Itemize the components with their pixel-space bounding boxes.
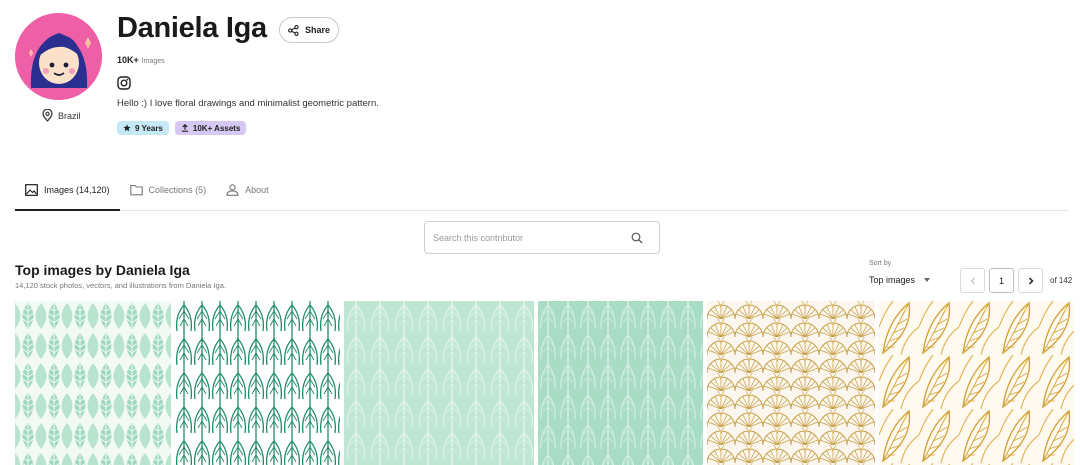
- gold-leaf-pattern-image: [879, 301, 1074, 465]
- page-total: of 142: [1050, 276, 1073, 285]
- image-thumbnail[interactable]: [344, 301, 534, 465]
- image-icon: [25, 183, 38, 196]
- search-input[interactable]: [433, 232, 631, 243]
- user-icon: [226, 184, 239, 196]
- bio-text: Hello :) I love floral drawings and mini…: [117, 98, 379, 109]
- tab-about-label: About: [245, 185, 269, 195]
- image-count-value: 10K+: [117, 55, 139, 65]
- folder-icon: [129, 184, 143, 196]
- search-icon[interactable]: [631, 232, 643, 244]
- sort-selected: Top images: [869, 275, 916, 285]
- mint-stripe-pattern-image: [344, 301, 534, 465]
- image-thumbnail[interactable]: [175, 301, 340, 465]
- image-count-label: Images: [141, 58, 165, 65]
- mint-leaf-pattern-image: [15, 301, 171, 465]
- badges: 9 Years 10K+ Assets: [117, 121, 247, 135]
- location: Brazil: [42, 109, 81, 122]
- teal-leaf-pattern-image: [175, 301, 340, 465]
- image-grid: [15, 301, 1080, 465]
- contributor-search: [424, 221, 660, 254]
- share-label: Share: [304, 25, 330, 35]
- star-icon: [123, 124, 131, 132]
- tab-collections-label: Collections (5): [148, 185, 207, 195]
- section-title: Top images by Daniela Iga: [15, 262, 190, 278]
- location-pin-icon: [42, 109, 53, 122]
- image-thumbnail[interactable]: [879, 301, 1074, 465]
- years-badge: 9 Years: [117, 121, 169, 135]
- prev-page-button[interactable]: [960, 268, 985, 293]
- share-icon: [288, 24, 299, 36]
- chevron-right-icon: [1028, 276, 1034, 285]
- years-badge-label: 9 Years: [135, 123, 163, 133]
- assets-badge-label: 10K+ Assets: [192, 123, 241, 133]
- chevron-left-icon: [970, 277, 975, 284]
- location-text: Brazil: [58, 110, 81, 121]
- avatar[interactable]: [15, 13, 102, 100]
- image-thumbnail[interactable]: [15, 301, 171, 465]
- upload-icon: [181, 124, 188, 132]
- image-thumbnail[interactable]: [707, 301, 875, 465]
- tab-images[interactable]: Images (14,120): [15, 170, 120, 211]
- sort-label: Sort by: [869, 260, 892, 267]
- tab-images-label: Images (14,120): [44, 184, 110, 195]
- next-page-button[interactable]: [1018, 268, 1043, 293]
- tab-collections[interactable]: Collections (5): [120, 170, 217, 210]
- tab-about[interactable]: About: [216, 170, 279, 210]
- contributor-name: Daniela Iga: [117, 12, 267, 44]
- caret-down-icon: [924, 278, 931, 282]
- image-count: 10K+ Images: [117, 55, 165, 65]
- sort-dropdown[interactable]: Top images: [869, 275, 931, 285]
- section-subtitle: 14,120 stock photos, vectors, and illust…: [15, 281, 226, 290]
- gold-fan-pattern-image: [707, 301, 875, 465]
- mint-stripe-pattern-image: [538, 301, 703, 465]
- instagram-icon[interactable]: [117, 76, 131, 90]
- image-thumbnail[interactable]: [538, 301, 703, 465]
- share-button[interactable]: Share: [279, 17, 339, 43]
- page-number-input[interactable]: [989, 268, 1014, 293]
- assets-badge: 10K+ Assets: [174, 121, 247, 135]
- contributor-tabs: Images (14,120) Collections (5) About: [15, 170, 1068, 211]
- pagination: of 142: [960, 268, 1072, 293]
